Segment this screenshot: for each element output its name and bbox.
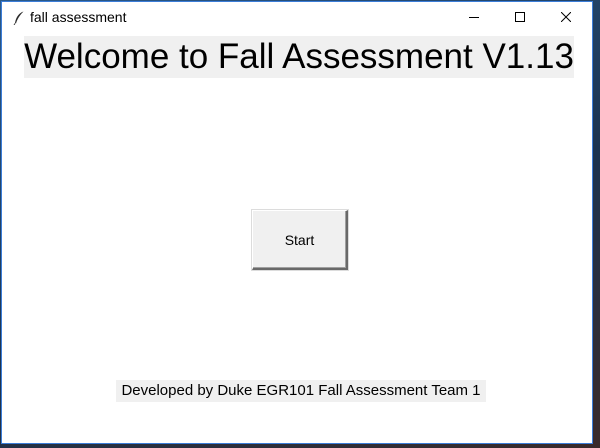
close-icon [561,12,571,22]
minimize-icon [469,12,479,22]
close-button[interactable] [543,2,589,32]
maximize-icon [515,12,525,22]
window-title: fall assessment [30,9,127,25]
credits-label: Developed by Duke EGR101 Fall Assessment… [116,380,486,402]
minimize-button[interactable] [451,2,497,32]
start-button-label: Start [284,231,315,248]
welcome-heading: Welcome to Fall Assessment V1.13 [24,36,574,78]
start-button[interactable]: Start [252,210,348,270]
title-bar[interactable]: fall assessment [2,2,592,32]
feather-icon [13,10,25,26]
maximize-button[interactable] [497,2,543,32]
window-content: Welcome to Fall Assessment V1.13 Start D… [2,32,592,443]
app-window: fall assessment Welcome to Fall Assessme… [1,1,593,444]
